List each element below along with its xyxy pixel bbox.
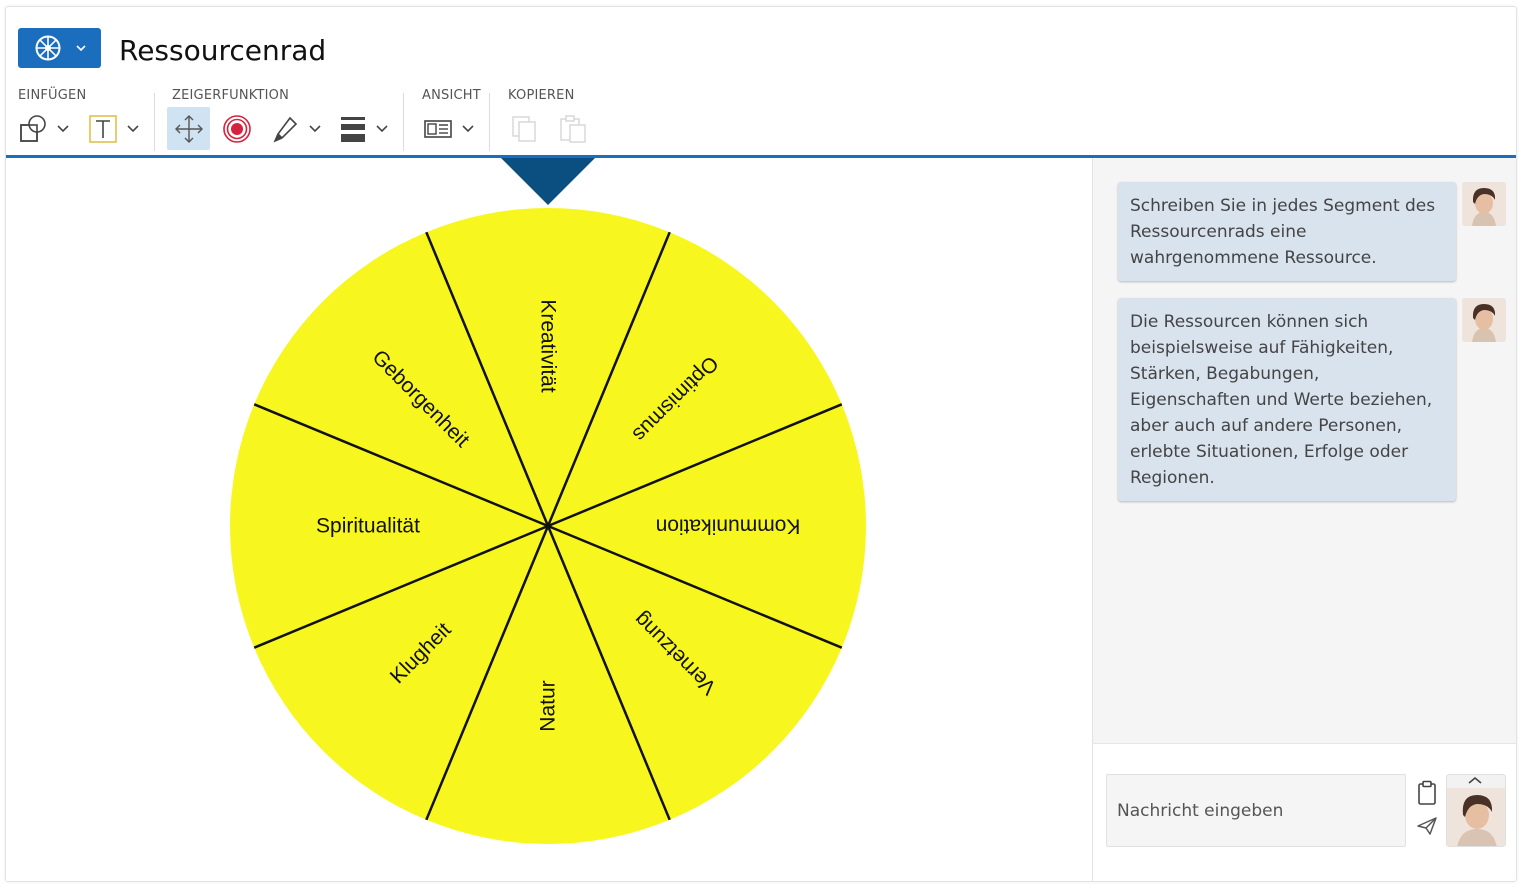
copy-button[interactable] xyxy=(509,107,539,151)
toolbar-separator xyxy=(489,93,490,151)
clipboard-icon xyxy=(1418,780,1436,805)
move-icon xyxy=(175,115,203,143)
avatar xyxy=(1462,298,1506,342)
group-label-pointer: ZEIGERFUNKTION xyxy=(172,88,290,103)
group-label-view: ANSICHT xyxy=(422,88,481,103)
paste-button[interactable] xyxy=(558,107,588,151)
send-button[interactable] xyxy=(1416,816,1438,841)
copy-icon xyxy=(512,116,536,142)
toolbar-separator xyxy=(154,93,155,151)
resource-wheel[interactable]: KreativitätOptimismusKommunikationVernet… xyxy=(6,158,1092,882)
chevron-down-icon xyxy=(75,45,86,52)
text-tool-button[interactable] xyxy=(88,107,140,151)
chat-message: Die Ressourcen können sich beispielsweis… xyxy=(1118,298,1456,501)
text-icon xyxy=(89,115,117,143)
person-avatar-icon xyxy=(1462,182,1506,226)
wheel-icon xyxy=(35,35,60,61)
wheel-segment-label[interactable]: Kreativität xyxy=(537,299,560,393)
paste-icon xyxy=(560,115,586,143)
wheel-pointer xyxy=(501,158,595,205)
chevron-down-icon xyxy=(127,125,139,133)
chevron-down-icon xyxy=(376,125,388,133)
user-avatar-button[interactable] xyxy=(1446,774,1506,847)
chevron-down-icon xyxy=(57,125,69,133)
target-icon xyxy=(223,115,251,143)
chevron-down-icon xyxy=(309,125,321,133)
app-window: Ressourcenrad EINFÜGEN ZEIGERFUNKTION AN… xyxy=(5,6,1517,882)
group-label-copy: KOPIEREN xyxy=(508,88,575,103)
app-menu-button[interactable] xyxy=(18,28,101,68)
line-weight-icon xyxy=(341,117,365,142)
message-input[interactable] xyxy=(1106,774,1406,847)
wheel-segment-label[interactable]: Natur xyxy=(537,680,560,731)
person-avatar-icon xyxy=(1462,298,1506,342)
target-tool-button[interactable] xyxy=(222,107,252,151)
send-icon xyxy=(1417,817,1437,835)
whiteboard-canvas[interactable]: Kreativität Optimismus Kommunikation Vernet… xyxy=(6,158,1092,882)
shapes-icon xyxy=(20,115,46,142)
group-label-insert: EINFÜGEN xyxy=(18,88,87,103)
clipboard-button[interactable] xyxy=(1416,780,1438,811)
move-tool-button[interactable] xyxy=(172,107,206,151)
shapes-tool-button[interactable] xyxy=(18,107,70,151)
chevron-down-icon xyxy=(462,125,474,133)
wheel-segment-label[interactable]: Spiritualität xyxy=(316,515,420,538)
line-style-button[interactable] xyxy=(340,107,389,151)
chat-message-text: Die Ressourcen können sich beispielsweis… xyxy=(1130,312,1433,488)
person-avatar-icon xyxy=(1447,775,1505,846)
view-button[interactable] xyxy=(423,107,475,151)
avatar xyxy=(1462,182,1506,226)
chat-message-text: Schreiben Sie in jedes Segment des Resso… xyxy=(1130,196,1436,268)
view-icon xyxy=(424,120,452,138)
page-title: Ressourcenrad xyxy=(119,34,327,67)
toolbar-separator xyxy=(403,93,404,151)
pen-tool-button[interactable] xyxy=(270,107,322,151)
chat-message: Schreiben Sie in jedes Segment des Resso… xyxy=(1118,182,1456,281)
wheel-segment-label[interactable]: Kommunikation xyxy=(656,515,801,538)
pen-icon xyxy=(273,116,298,143)
